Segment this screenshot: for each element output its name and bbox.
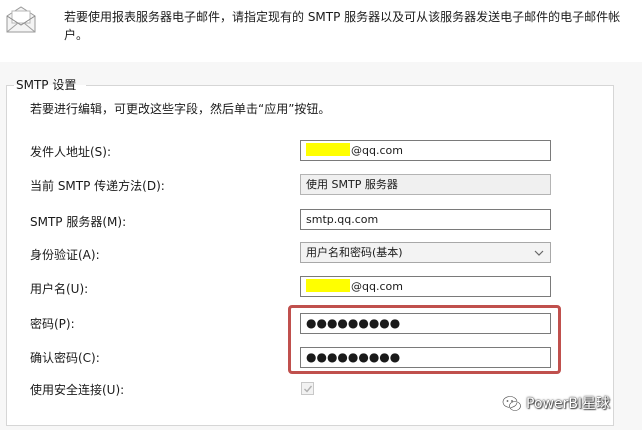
smtp-server-value: smtp.qq.com bbox=[306, 213, 379, 226]
edit-hint: 若要进行编辑，可更改这些字段，然后单击“应用”按钮。 bbox=[30, 102, 331, 116]
sender-address-value: @qq.com bbox=[351, 144, 403, 157]
chevron-down-icon bbox=[534, 250, 544, 256]
delivery-method-field: 使用 SMTP 服务器 bbox=[300, 174, 551, 195]
redacted-highlight bbox=[306, 143, 350, 156]
authentication-value: 用户名和密码(基本) bbox=[306, 246, 403, 259]
sender-address-input[interactable]: @qq.com bbox=[300, 140, 551, 161]
group-title: SMTP 设置 bbox=[16, 78, 77, 92]
watermark-text: PowerBI星球 bbox=[526, 396, 611, 412]
authentication-label: 身份验证(A): bbox=[30, 248, 100, 262]
delivery-method-value: 使用 SMTP 服务器 bbox=[306, 178, 398, 191]
confirm-password-label: 确认密码(C): bbox=[30, 351, 100, 365]
authentication-select[interactable]: 用户名和密码(基本) bbox=[300, 242, 551, 263]
group-border-segment bbox=[86, 85, 613, 86]
username-label: 用户名(U): bbox=[30, 282, 89, 296]
sender-address-label: 发件人地址(S): bbox=[30, 145, 112, 159]
redacted-highlight bbox=[306, 279, 350, 292]
secure-connection-label: 使用安全连接(U): bbox=[30, 383, 125, 397]
smtp-server-input[interactable]: smtp.qq.com bbox=[300, 209, 551, 230]
mail-icon bbox=[6, 6, 36, 33]
delivery-method-label: 当前 SMTP 传递方法(D): bbox=[30, 179, 165, 193]
password-label: 密码(P): bbox=[30, 317, 75, 331]
group-border-segment bbox=[6, 85, 14, 86]
secure-connection-checkbox[interactable] bbox=[301, 382, 314, 395]
header-description: 若要使用报表服务器电子邮件，请指定现有的 SMTP 服务器以及可从该服务器发送电… bbox=[64, 10, 621, 42]
annotation-frame bbox=[288, 305, 561, 374]
username-value: @qq.com bbox=[351, 280, 403, 293]
checkmark-icon bbox=[304, 385, 313, 393]
wechat-icon bbox=[502, 395, 522, 412]
smtp-server-label: SMTP 服务器(M): bbox=[30, 215, 127, 229]
username-input[interactable]: @qq.com bbox=[300, 276, 551, 297]
header-panel: 若要使用报表服务器电子邮件，请指定现有的 SMTP 服务器以及可从该服务器发送电… bbox=[0, 0, 642, 62]
